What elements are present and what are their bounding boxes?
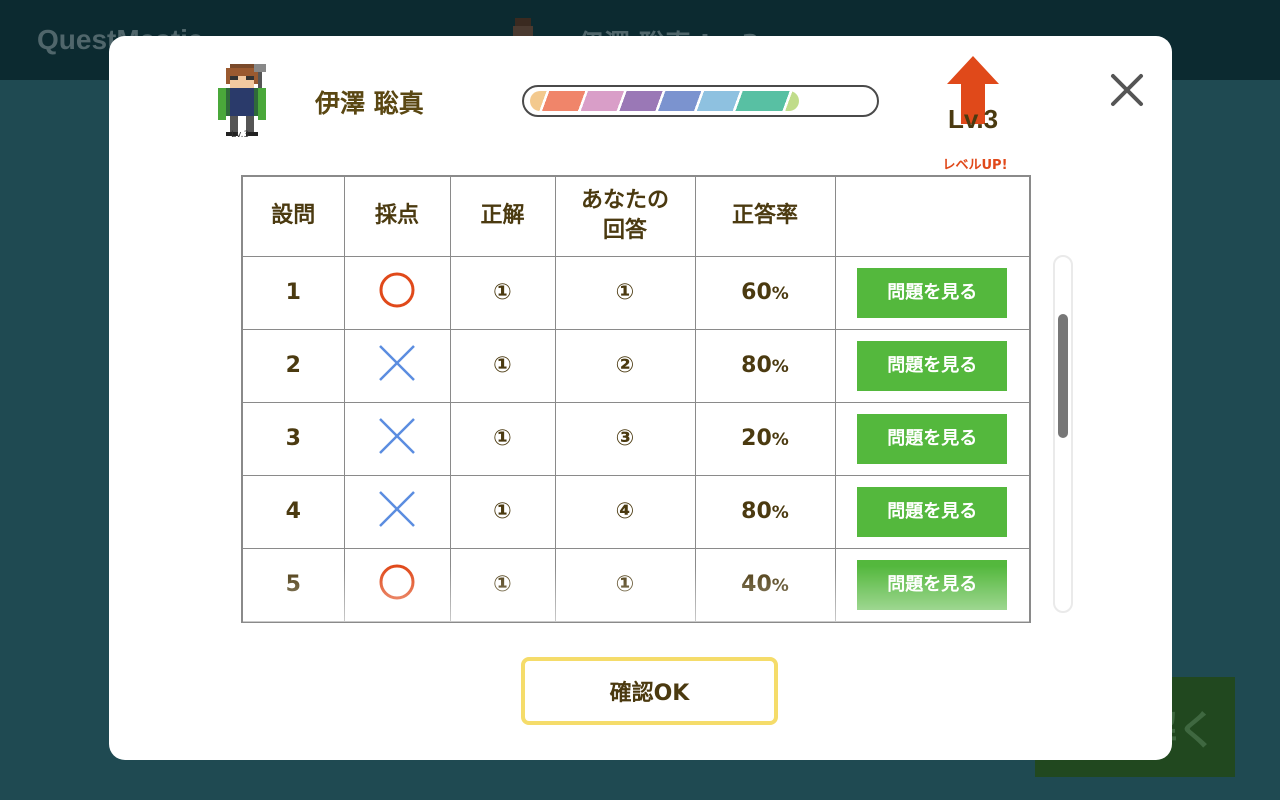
view-question-button[interactable]: 問題を見る (857, 340, 1008, 391)
character-avatar-icon (218, 64, 266, 136)
table-row: 5 ① ① 40% 問題を見る (243, 547, 1029, 622)
level-up-text: レベルUP! (942, 158, 1008, 173)
header-correct-answer: 正解 (449, 177, 556, 257)
scrollbar-thumb[interactable] (1058, 314, 1068, 438)
result-modal: Lv.3 伊澤 聡真 Lv.3 レベルUP! 設問 採点 正解 あなたの回答 正… (109, 36, 1172, 760)
question-number: 2 (243, 328, 345, 403)
correct-mark-icon (379, 564, 415, 599)
user-name: 伊澤 聡真 (315, 89, 424, 118)
results-table: 設問 採点 正解 あなたの回答 正答率 1 ① ① 60% 問題を見る 2 ① … (243, 177, 1029, 622)
table-row: 2 ① ② 80% 問題を見る (243, 328, 1029, 403)
your-answer: ① (554, 255, 696, 330)
wrong-mark-icon (379, 490, 415, 527)
question-number: 3 (243, 401, 345, 476)
correct-answer: ① (449, 474, 556, 549)
correct-answer: ① (449, 255, 556, 330)
table-header-row: 設問 採点 正解 あなたの回答 正答率 (243, 177, 1029, 257)
wrong-mark-icon (379, 344, 415, 381)
close-button[interactable] (1107, 70, 1147, 110)
wrong-mark-icon (379, 417, 415, 454)
question-number: 4 (243, 474, 345, 549)
table-row: 4 ① ④ 80% 問題を見る (243, 474, 1029, 549)
view-question-button[interactable]: 問題を見る (857, 559, 1008, 610)
your-answer: ④ (554, 474, 696, 549)
grade-cell (343, 255, 451, 330)
experience-bar (522, 85, 879, 117)
correct-rate: 80% (694, 474, 836, 549)
correct-rate: 40% (694, 547, 836, 622)
table-row: 1 ① ① 60% 問題を見る (243, 255, 1029, 330)
character-level-label: Lv.3 (231, 130, 250, 140)
view-question-button[interactable]: 問題を見る (857, 413, 1008, 464)
view-question-button[interactable]: 問題を見る (857, 486, 1008, 537)
action-cell: 問題を見る (834, 474, 1029, 549)
question-number: 5 (243, 547, 345, 622)
grade-cell (343, 547, 451, 622)
your-answer: ③ (554, 401, 696, 476)
correct-mark-icon (379, 272, 415, 307)
your-answer: ① (554, 547, 696, 622)
your-answer: ② (554, 328, 696, 403)
action-cell: 問題を見る (834, 255, 1029, 330)
header-correct-rate: 正答率 (694, 177, 836, 257)
confirm-ok-button[interactable]: 確認OK (521, 657, 778, 725)
correct-answer: ① (449, 401, 556, 476)
question-number: 1 (243, 255, 345, 330)
header-actions (834, 177, 1029, 257)
correct-rate: 20% (694, 401, 836, 476)
header-your-answer: あなたの回答 (554, 177, 696, 257)
table-row: 3 ① ③ 20% 問題を見る (243, 401, 1029, 476)
view-question-button[interactable]: 問題を見る (857, 267, 1008, 318)
correct-rate: 80% (694, 328, 836, 403)
level-up-level: Lv.3 (947, 104, 999, 134)
action-cell: 問題を見る (834, 328, 1029, 403)
header-question-no: 設問 (243, 177, 345, 257)
experience-bar-fill (530, 91, 800, 111)
correct-answer: ① (449, 547, 556, 622)
action-cell: 問題を見る (834, 547, 1029, 622)
table-scrollbar[interactable] (1053, 255, 1073, 613)
action-cell: 問題を見る (834, 401, 1029, 476)
header-grade: 採点 (343, 177, 451, 257)
grade-cell (343, 401, 451, 476)
experience-bar-track (530, 91, 871, 111)
level-up-badge: Lv.3 レベルUP! (941, 54, 1008, 174)
correct-rate: 60% (694, 255, 836, 330)
close-icon (1111, 74, 1143, 106)
correct-answer: ① (449, 328, 556, 403)
grade-cell (343, 328, 451, 403)
grade-cell (343, 474, 451, 549)
results-table-container: 設問 採点 正解 あなたの回答 正答率 1 ① ① 60% 問題を見る 2 ① … (241, 175, 1031, 623)
